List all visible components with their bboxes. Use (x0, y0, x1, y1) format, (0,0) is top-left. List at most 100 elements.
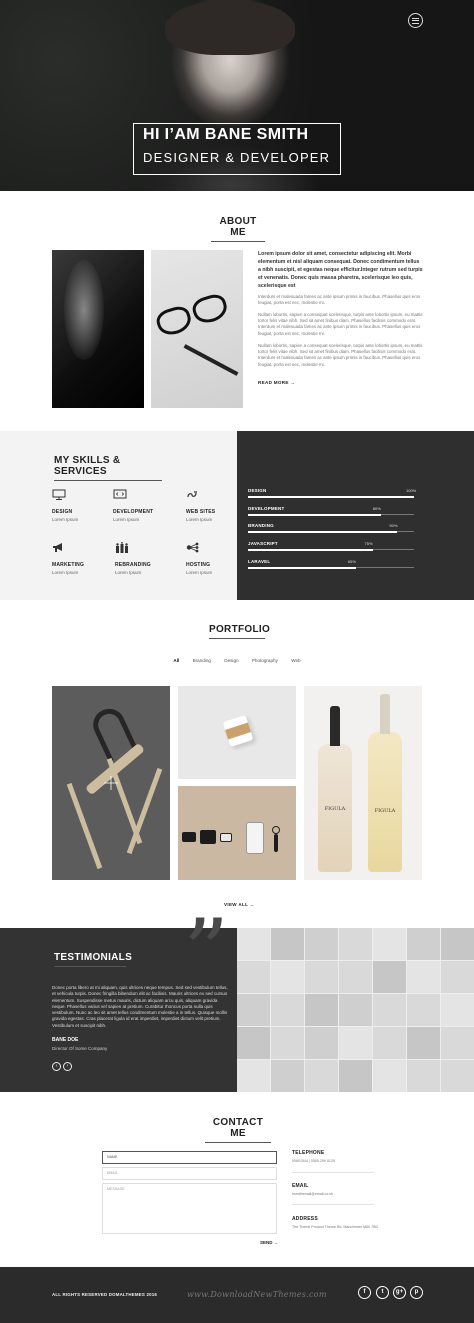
next-arrow-icon[interactable]: › (63, 1062, 72, 1071)
service-desc: Lorem Ipsum (113, 517, 140, 522)
skill-bar-track (248, 513, 414, 516)
portfolio-title: PORTFOLIO (209, 624, 270, 639)
skill-bar-percent: 90% (389, 523, 398, 528)
address-value: The Theme Product Theme Rd, Manchester M… (292, 1225, 379, 1229)
service-desc: Lorem Ipsum (52, 517, 79, 522)
testimonials-title: TESTIMONIALS (54, 952, 132, 967)
testimonial-author: BANE DOE (52, 1037, 79, 1043)
email-label: EMAIL (292, 1183, 309, 1189)
filter-web[interactable]: Web (291, 658, 300, 663)
service-development: DEVELOPMENT Lorem Ipsum (113, 489, 173, 522)
pinterest-icon[interactable]: p (410, 1286, 423, 1299)
skill-bar-fill (248, 530, 398, 533)
hero-section: HI I’AM BANE SMITH DESIGNER & DEVELOPER (0, 0, 474, 191)
hero-photo-hair (165, 0, 295, 55)
client-photo-grid (237, 928, 474, 1092)
skill-bar-percent: 80% (372, 506, 381, 511)
service-hosting: HOSTING Lorem Ipsum (186, 542, 246, 575)
skill-bar-track (248, 530, 414, 533)
wine-label: FIGULA (324, 806, 346, 812)
watermark-text: www.DownloadNewThemes.com (187, 1290, 327, 1299)
skill-bar-fill (248, 548, 373, 551)
read-more-link[interactable]: READ MORE → (258, 380, 295, 385)
filter-design[interactable]: Design (224, 658, 238, 663)
about-glasses-image (151, 250, 243, 408)
service-desc: Lorem Ipsum (52, 570, 79, 575)
email-field[interactable]: EMAIL (102, 1167, 277, 1180)
portfolio-item-wine[interactable]: FIGULA FIGULA (304, 686, 422, 880)
divider (292, 1204, 374, 1205)
twitter-icon[interactable]: t (376, 1286, 389, 1299)
hero-title: HI I’AM BANE SMITH (143, 126, 309, 143)
skill-bar-track (248, 566, 414, 569)
filter-branding[interactable]: Branding (193, 658, 211, 663)
skill-bar-development: DEVELOPMENT 80% (248, 506, 414, 516)
service-name: WEB SITES (186, 509, 216, 515)
skill-bar-track (248, 495, 414, 498)
monitor-icon (52, 489, 66, 500)
skill-bar-branding: BRANDING 90% (248, 523, 414, 533)
service-name: DESIGN (52, 509, 73, 515)
portfolio-item-chair[interactable] (52, 686, 170, 880)
plus-overlay-icon (104, 776, 118, 790)
testimonial-quote: Donec porta libero at mi aliquam, quis u… (52, 985, 228, 1028)
google-plus-icon[interactable]: g+ (393, 1286, 406, 1299)
telephone-label: TELEPHONE (292, 1150, 325, 1156)
network-icon (186, 542, 199, 553)
skill-bar-percent: 100% (406, 488, 417, 493)
filter-photography[interactable]: Photography (252, 658, 278, 663)
copyright-text: ALL RIGHTS RESERVED DOMALTHEMES 2016 (52, 1292, 158, 1297)
service-desc: Lorem Ipsum (115, 570, 142, 575)
code-icon (113, 489, 127, 499)
service-name: MARKETING (52, 562, 85, 568)
about-smoke-image (52, 250, 144, 408)
skill-bar-fill (248, 513, 381, 516)
telephone-value: 00801544 | 0555 299 0129 (292, 1159, 335, 1163)
portfolio-filters: All Branding Design Photography Web (0, 658, 474, 663)
service-name: DEVELOPMENT (113, 509, 154, 515)
service-name: REBRANDING (115, 562, 151, 568)
address-label: ADDRESS (292, 1216, 318, 1222)
skill-bar-design: DESIGN 100% (248, 488, 417, 498)
name-field[interactable]: NAME (102, 1151, 277, 1164)
email-value[interactable]: hsmithemail@email.co.uk (292, 1192, 382, 1197)
service-web-sites: WEB SITES Lorem Ipsum (186, 489, 246, 522)
about-paragraph: Nullam lobortis, sapien a consequat scel… (258, 312, 423, 336)
skill-bar-label: DESIGN (248, 488, 267, 493)
filter-all[interactable]: All (173, 658, 179, 663)
service-desc: Lorem Ipsum (186, 570, 213, 575)
skill-bar-javascript: JAVASCRIPT 75% (248, 541, 414, 551)
service-marketing: MARKETING Lorem Ipsum (52, 542, 112, 575)
skill-bar-track (248, 548, 414, 551)
hamburger-menu-icon[interactable] (408, 13, 423, 28)
service-rebranding: REBRANDING Lorem Ipsum (115, 542, 175, 575)
skill-bar-percent: 75% (364, 541, 373, 546)
contact-title: CONTACT ME (205, 1117, 271, 1143)
skills-title: MY SKILLS & SERVICES (54, 455, 162, 481)
skill-bar-percent: 65% (347, 559, 356, 564)
about-paragraph: Nullam lobortis, sapien a consequat scel… (258, 343, 423, 367)
portfolio-item-gadgets[interactable] (178, 786, 296, 880)
facebook-icon[interactable]: f (358, 1286, 371, 1299)
people-icon (116, 542, 128, 553)
portfolio-item-cup[interactable] (178, 686, 296, 779)
megaphone-icon (53, 543, 62, 552)
skill-bar-fill (248, 495, 414, 498)
service-desc: Lorem Ipsum (186, 517, 213, 522)
about-lead-text: Lorem ipsum dolor sit amet, consectetur … (258, 251, 423, 289)
link-icon (187, 491, 197, 498)
skill-bar-label: JAVASCRIPT (248, 541, 278, 546)
skills-panel (237, 431, 474, 600)
testimonial-role: Director Of Some Company (52, 1046, 108, 1051)
message-field[interactable]: MESSAGE (102, 1183, 277, 1234)
about-paragraph: Interdum et malesuada fames ac ante ipsu… (258, 294, 421, 306)
skill-bar-fill (248, 566, 356, 569)
prev-arrow-icon[interactable]: ‹ (52, 1062, 61, 1071)
skill-bar-label: DEVELOPMENT (248, 506, 285, 511)
divider (292, 1172, 374, 1173)
hero-subtitle: DESIGNER & DEVELOPER (143, 150, 331, 165)
send-button[interactable]: SEND → (260, 1240, 278, 1245)
service-design: DESIGN Lorem Ipsum (52, 489, 112, 522)
service-name: HOSTING (186, 562, 211, 568)
wine-label: FIGULA (374, 808, 396, 814)
